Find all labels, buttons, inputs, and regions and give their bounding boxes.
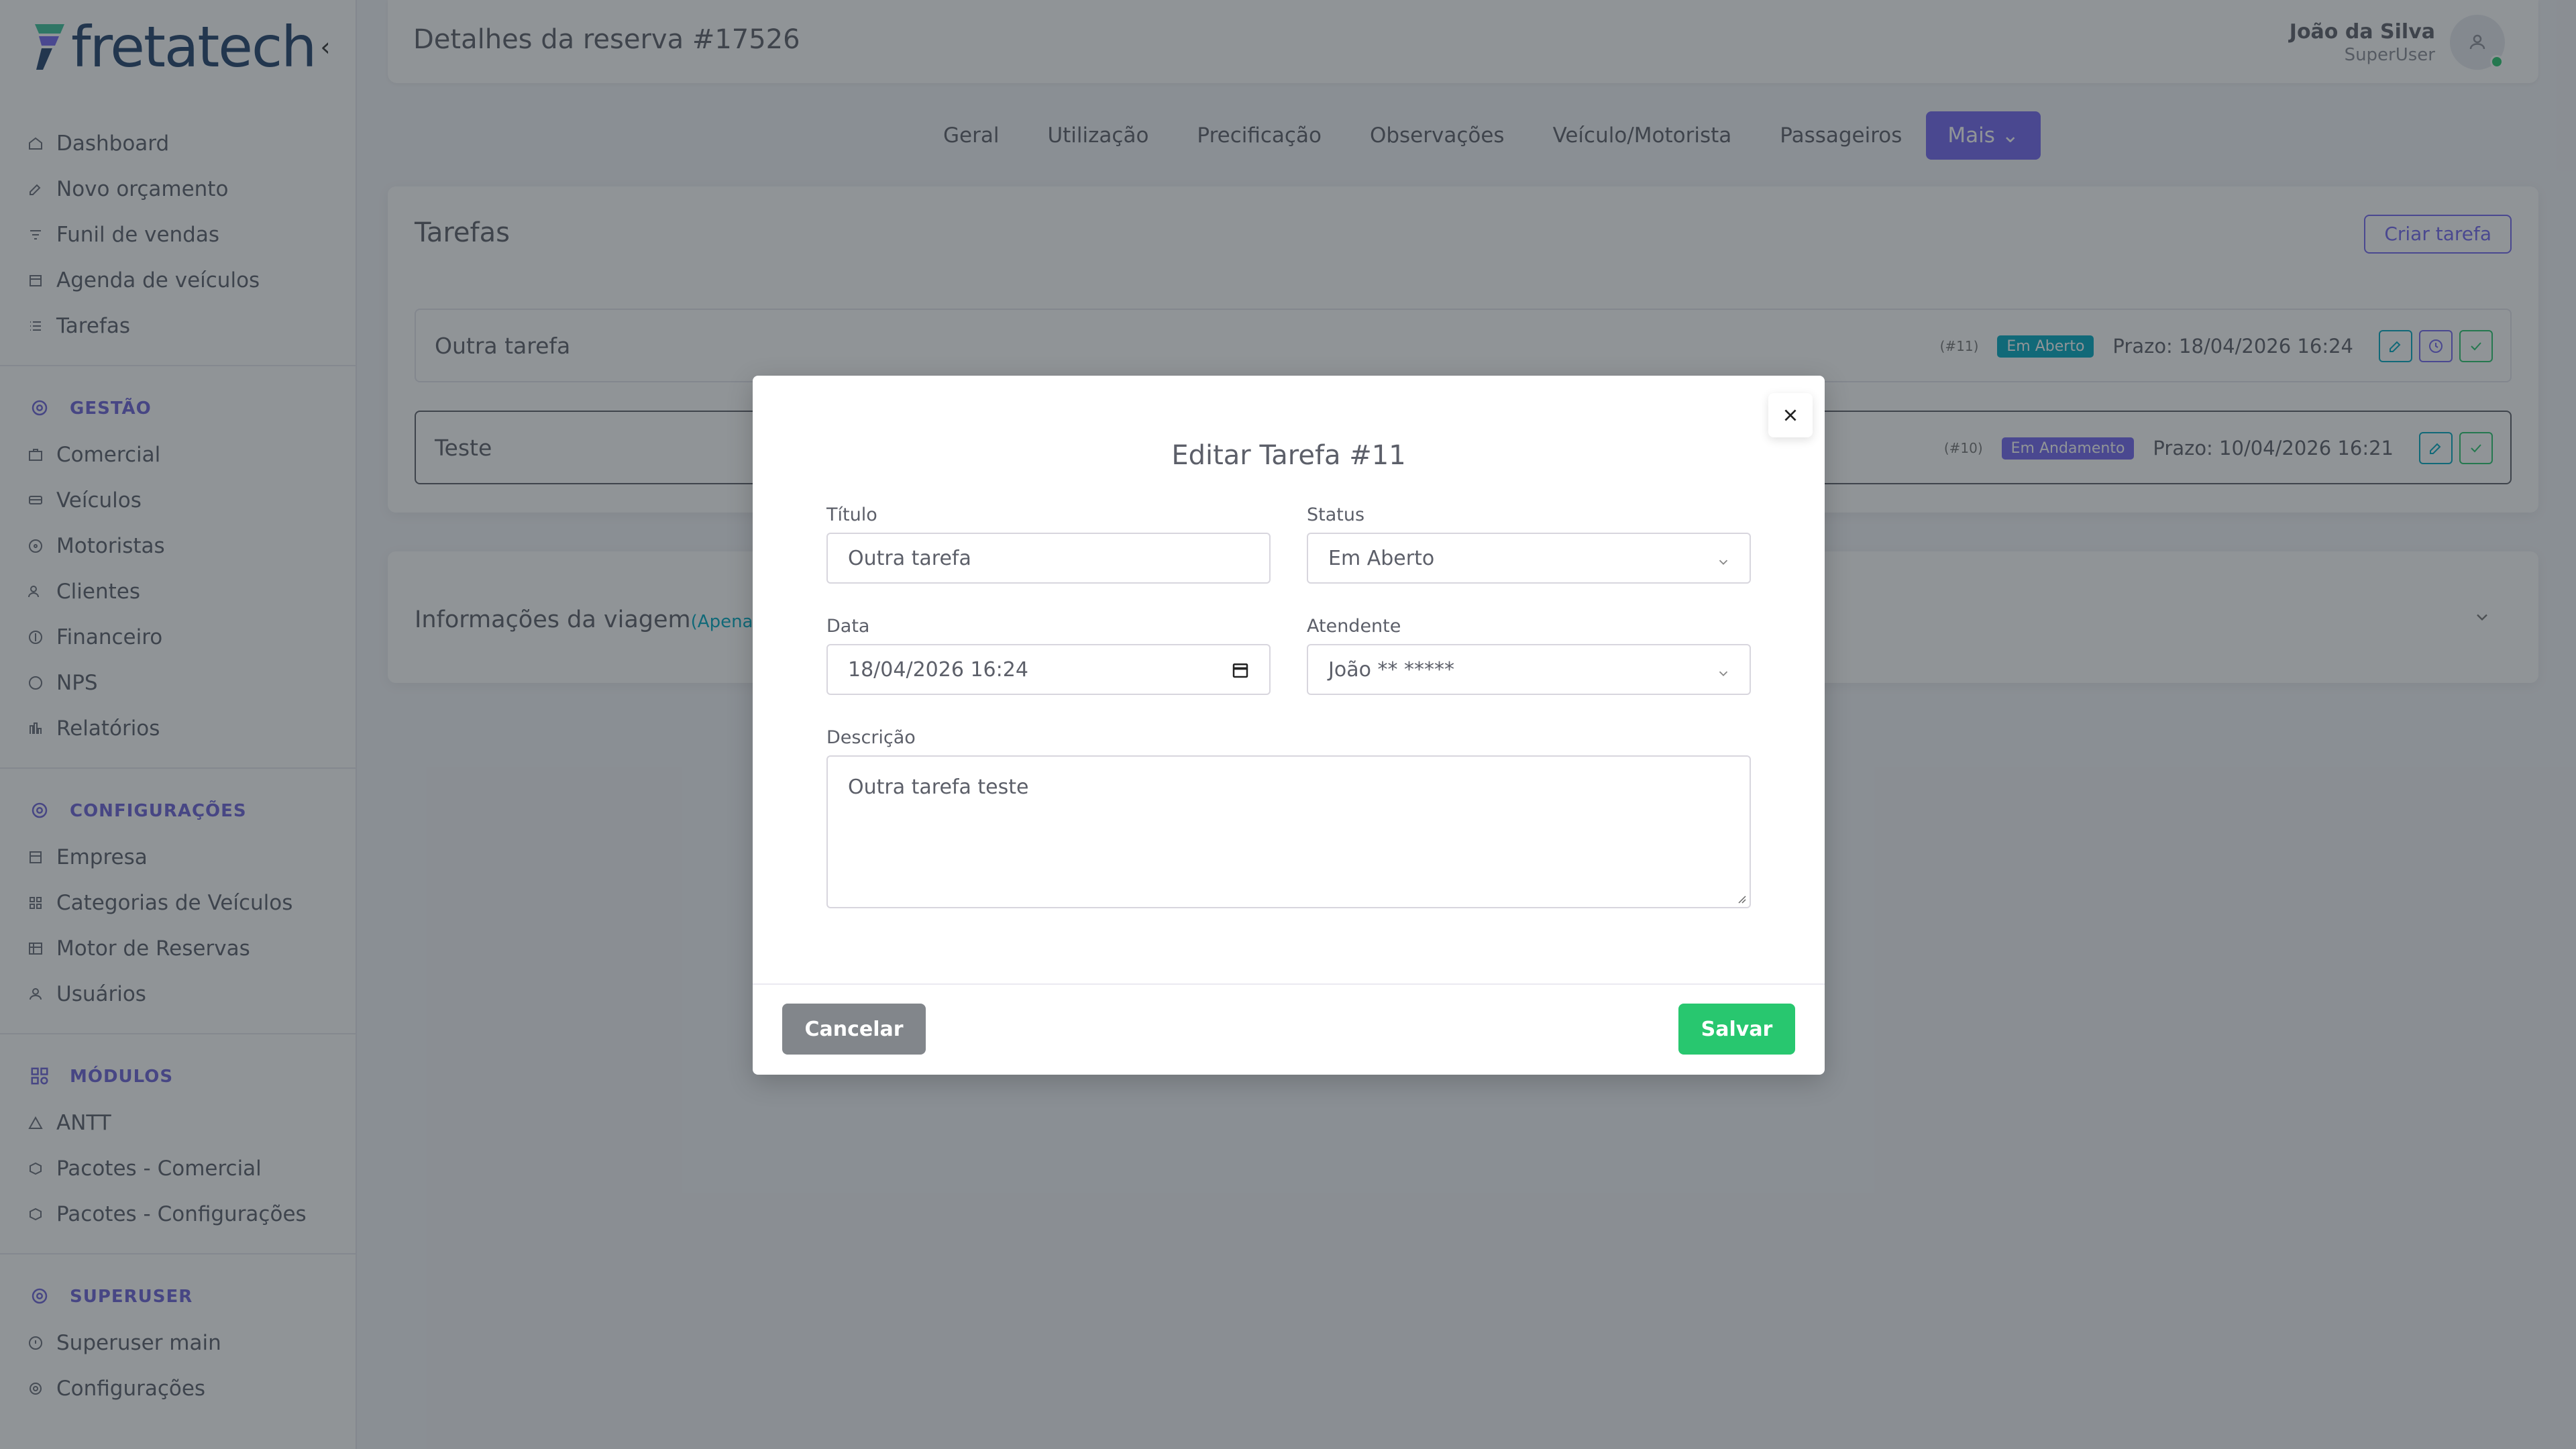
- date-input-value: 18/04/2026 16:24: [848, 657, 1028, 682]
- modal-footer-divider: [753, 983, 1825, 985]
- calendar-icon[interactable]: [1230, 660, 1250, 686]
- attendant-select-value: João ** *****: [1328, 657, 1455, 682]
- resize-grip-icon[interactable]: [1737, 895, 1747, 904]
- status-label: Status: [1307, 504, 1365, 525]
- title-label: Título: [826, 504, 877, 525]
- description-textarea[interactable]: Outra tarefa teste: [826, 755, 1751, 908]
- chevron-down-icon: [1716, 551, 1731, 575]
- description-value: Outra tarefa teste: [848, 775, 1029, 799]
- edit-task-modal: Editar Tarefa #11 Título Outra tarefa St…: [753, 376, 1825, 1075]
- date-label: Data: [826, 616, 870, 637]
- status-select-value: Em Aberto: [1328, 546, 1435, 570]
- date-input[interactable]: 18/04/2026 16:24: [826, 644, 1271, 695]
- attendant-select[interactable]: João ** *****: [1307, 644, 1751, 695]
- status-select[interactable]: Em Aberto: [1307, 533, 1751, 584]
- close-modal-button[interactable]: [1768, 393, 1813, 437]
- title-input[interactable]: Outra tarefa: [826, 533, 1271, 584]
- save-button[interactable]: Salvar: [1678, 1004, 1795, 1055]
- title-input-value: Outra tarefa: [848, 546, 971, 570]
- close-icon: [1784, 409, 1796, 421]
- modal-title: Editar Tarefa #11: [1171, 440, 1406, 471]
- description-label: Descrição: [826, 727, 916, 748]
- attendant-label: Atendente: [1307, 616, 1401, 637]
- chevron-down-icon: [1716, 663, 1731, 686]
- cancel-button[interactable]: Cancelar: [782, 1004, 926, 1055]
